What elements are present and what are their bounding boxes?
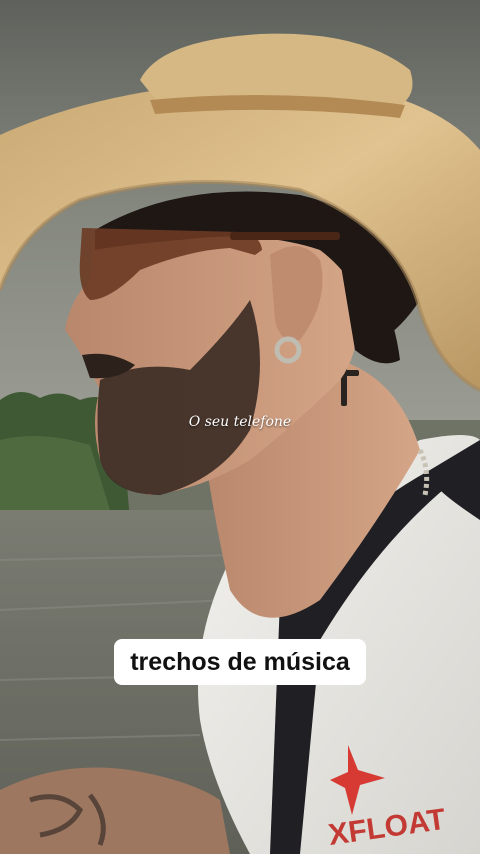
caption-container: trechos de música: [0, 639, 480, 685]
caption-label: trechos de música: [114, 639, 366, 685]
lyric-overlay: O seu telefone: [188, 414, 292, 430]
